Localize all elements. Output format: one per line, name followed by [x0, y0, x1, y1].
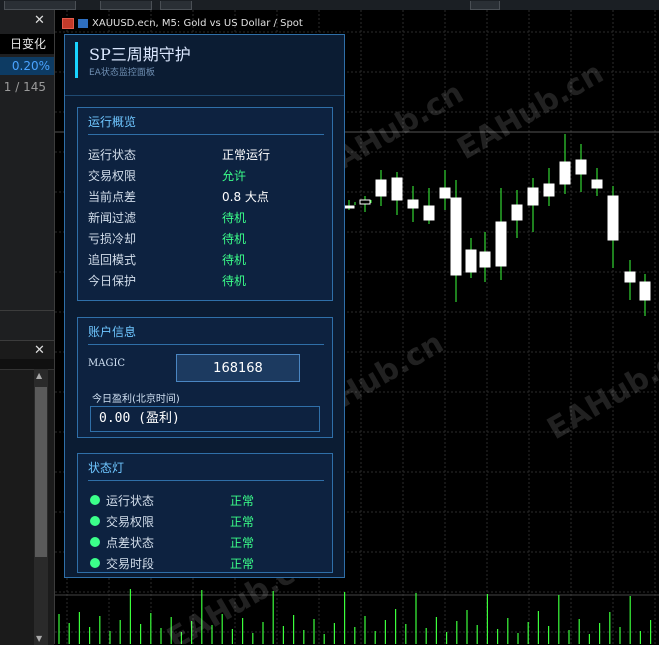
candle-bearish: [560, 162, 570, 184]
status-light-label: 交易时段: [106, 555, 154, 572]
ea-title: SP三周期守护: [89, 41, 191, 65]
navigator-panel: ✕ ▲ ▼: [0, 340, 54, 645]
divider: [88, 480, 324, 481]
scroll-down-icon[interactable]: ▼: [36, 634, 42, 643]
status-light-icon: [90, 537, 100, 547]
candle-bearish: [576, 160, 586, 174]
scrollbar-thumb[interactable]: [35, 387, 47, 557]
account-section: 账户信息 MAGIC 168168 今日盈利(北京时间) 0.00 (盈利): [77, 317, 333, 438]
symbol-icon: [78, 19, 88, 28]
candle-bearish: [512, 205, 522, 220]
overview-value: 允许: [222, 167, 246, 184]
market-watch-panel: ✕ 日变化 0.20% 1 / 145 ✕ ▲ ▼: [0, 10, 55, 644]
toolbar-button[interactable]: [470, 1, 500, 10]
status-light-label: 交易权限: [106, 513, 154, 530]
status-light-value: 正常: [230, 513, 254, 530]
divider: [65, 95, 344, 96]
overview-value: 待机: [222, 251, 246, 268]
status-light-value: 正常: [230, 492, 254, 509]
overview-value: 待机: [222, 230, 246, 247]
overview-label: 交易权限: [88, 167, 136, 184]
status-light-label: 点差状态: [106, 534, 154, 551]
candle-bearish: [392, 178, 402, 200]
candle-bearish: [592, 180, 602, 188]
daily-profit-field: 0.00 (盈利): [90, 406, 320, 432]
candle-bearish: [608, 196, 618, 240]
candle-bearish: [466, 250, 476, 272]
candle-bearish: [480, 252, 490, 267]
overview-label: 今日保护: [88, 272, 136, 289]
candle-bullish: [360, 200, 370, 204]
toolbar-button[interactable]: [160, 1, 192, 10]
overview-value: 待机: [222, 209, 246, 226]
toolbar-button[interactable]: [4, 1, 76, 10]
ea-status-panel: SP三周期守护 EA状态监控面板 运行概览 运行状态 正常运行交易权限 允许当前点差…: [64, 34, 345, 578]
status-light-label: 运行状态: [106, 492, 154, 509]
divider: [88, 134, 324, 135]
overview-label: 新闻过滤: [88, 209, 136, 226]
status-light-value: 正常: [230, 534, 254, 551]
chart-icon: [62, 18, 74, 29]
daily-profit-label: 今日盈利(北京时间): [92, 390, 180, 405]
magic-label: MAGIC: [88, 358, 125, 369]
status-light-icon: [90, 516, 100, 526]
candle-bearish: [544, 184, 554, 196]
column-header-daily-change[interactable]: 日变化: [0, 34, 54, 54]
title-accent: [75, 42, 78, 78]
overview-value: 0.8 大点: [222, 188, 269, 205]
candle-bearish: [408, 200, 418, 208]
candle-bearish: [376, 180, 386, 196]
symbol-count: 1 / 145: [0, 80, 46, 94]
candle-bearish: [625, 272, 635, 282]
panel-divider: [0, 310, 54, 341]
ea-subtitle: EA状态监控面板: [89, 65, 155, 78]
candle-bearish: [528, 188, 538, 205]
scroll-up-icon[interactable]: ▲: [36, 371, 42, 380]
daily-change-value[interactable]: 0.20%: [0, 57, 54, 75]
overview-label: 当前点差: [88, 188, 136, 205]
overview-value: 正常运行: [222, 146, 270, 163]
magic-number-field[interactable]: 168168: [176, 354, 300, 382]
section-title: 运行概览: [88, 113, 136, 130]
status-light-icon: [90, 558, 100, 568]
divider: [88, 344, 324, 345]
candle-bearish: [424, 206, 434, 220]
close-icon[interactable]: ✕: [34, 13, 45, 28]
candle-bearish: [440, 188, 450, 198]
close-icon[interactable]: ✕: [34, 343, 45, 358]
candle-bearish: [640, 282, 650, 300]
scrollbar[interactable]: ▲ ▼: [34, 369, 48, 645]
toolbar-button[interactable]: [100, 1, 152, 10]
candle-bearish: [344, 206, 354, 208]
chart-title-bar: XAUUSD.ecn, M5: Gold vs US Dollar / Spot: [62, 16, 303, 32]
candle-bearish: [451, 198, 461, 275]
overview-section: 运行概览 运行状态正常运行交易权限允许当前点差0.8 大点新闻过滤待机亏损冷却待…: [77, 107, 333, 301]
overview-value: 待机: [222, 272, 246, 289]
overview-label: 追回模式: [88, 251, 136, 268]
status-light-value: 正常: [230, 555, 254, 572]
section-title: 状态灯: [88, 459, 124, 476]
overview-label: 运行状态: [88, 146, 136, 163]
status-light-icon: [90, 495, 100, 505]
candle-bearish: [496, 222, 506, 266]
section-title: 账户信息: [88, 323, 136, 340]
status-lights-section: 状态灯 运行状态正常交易权限正常点差状态正常交易时段正常: [77, 453, 333, 573]
chart-title: XAUUSD.ecn, M5: Gold vs US Dollar / Spot: [92, 18, 303, 29]
overview-label: 亏损冷却: [88, 230, 136, 247]
